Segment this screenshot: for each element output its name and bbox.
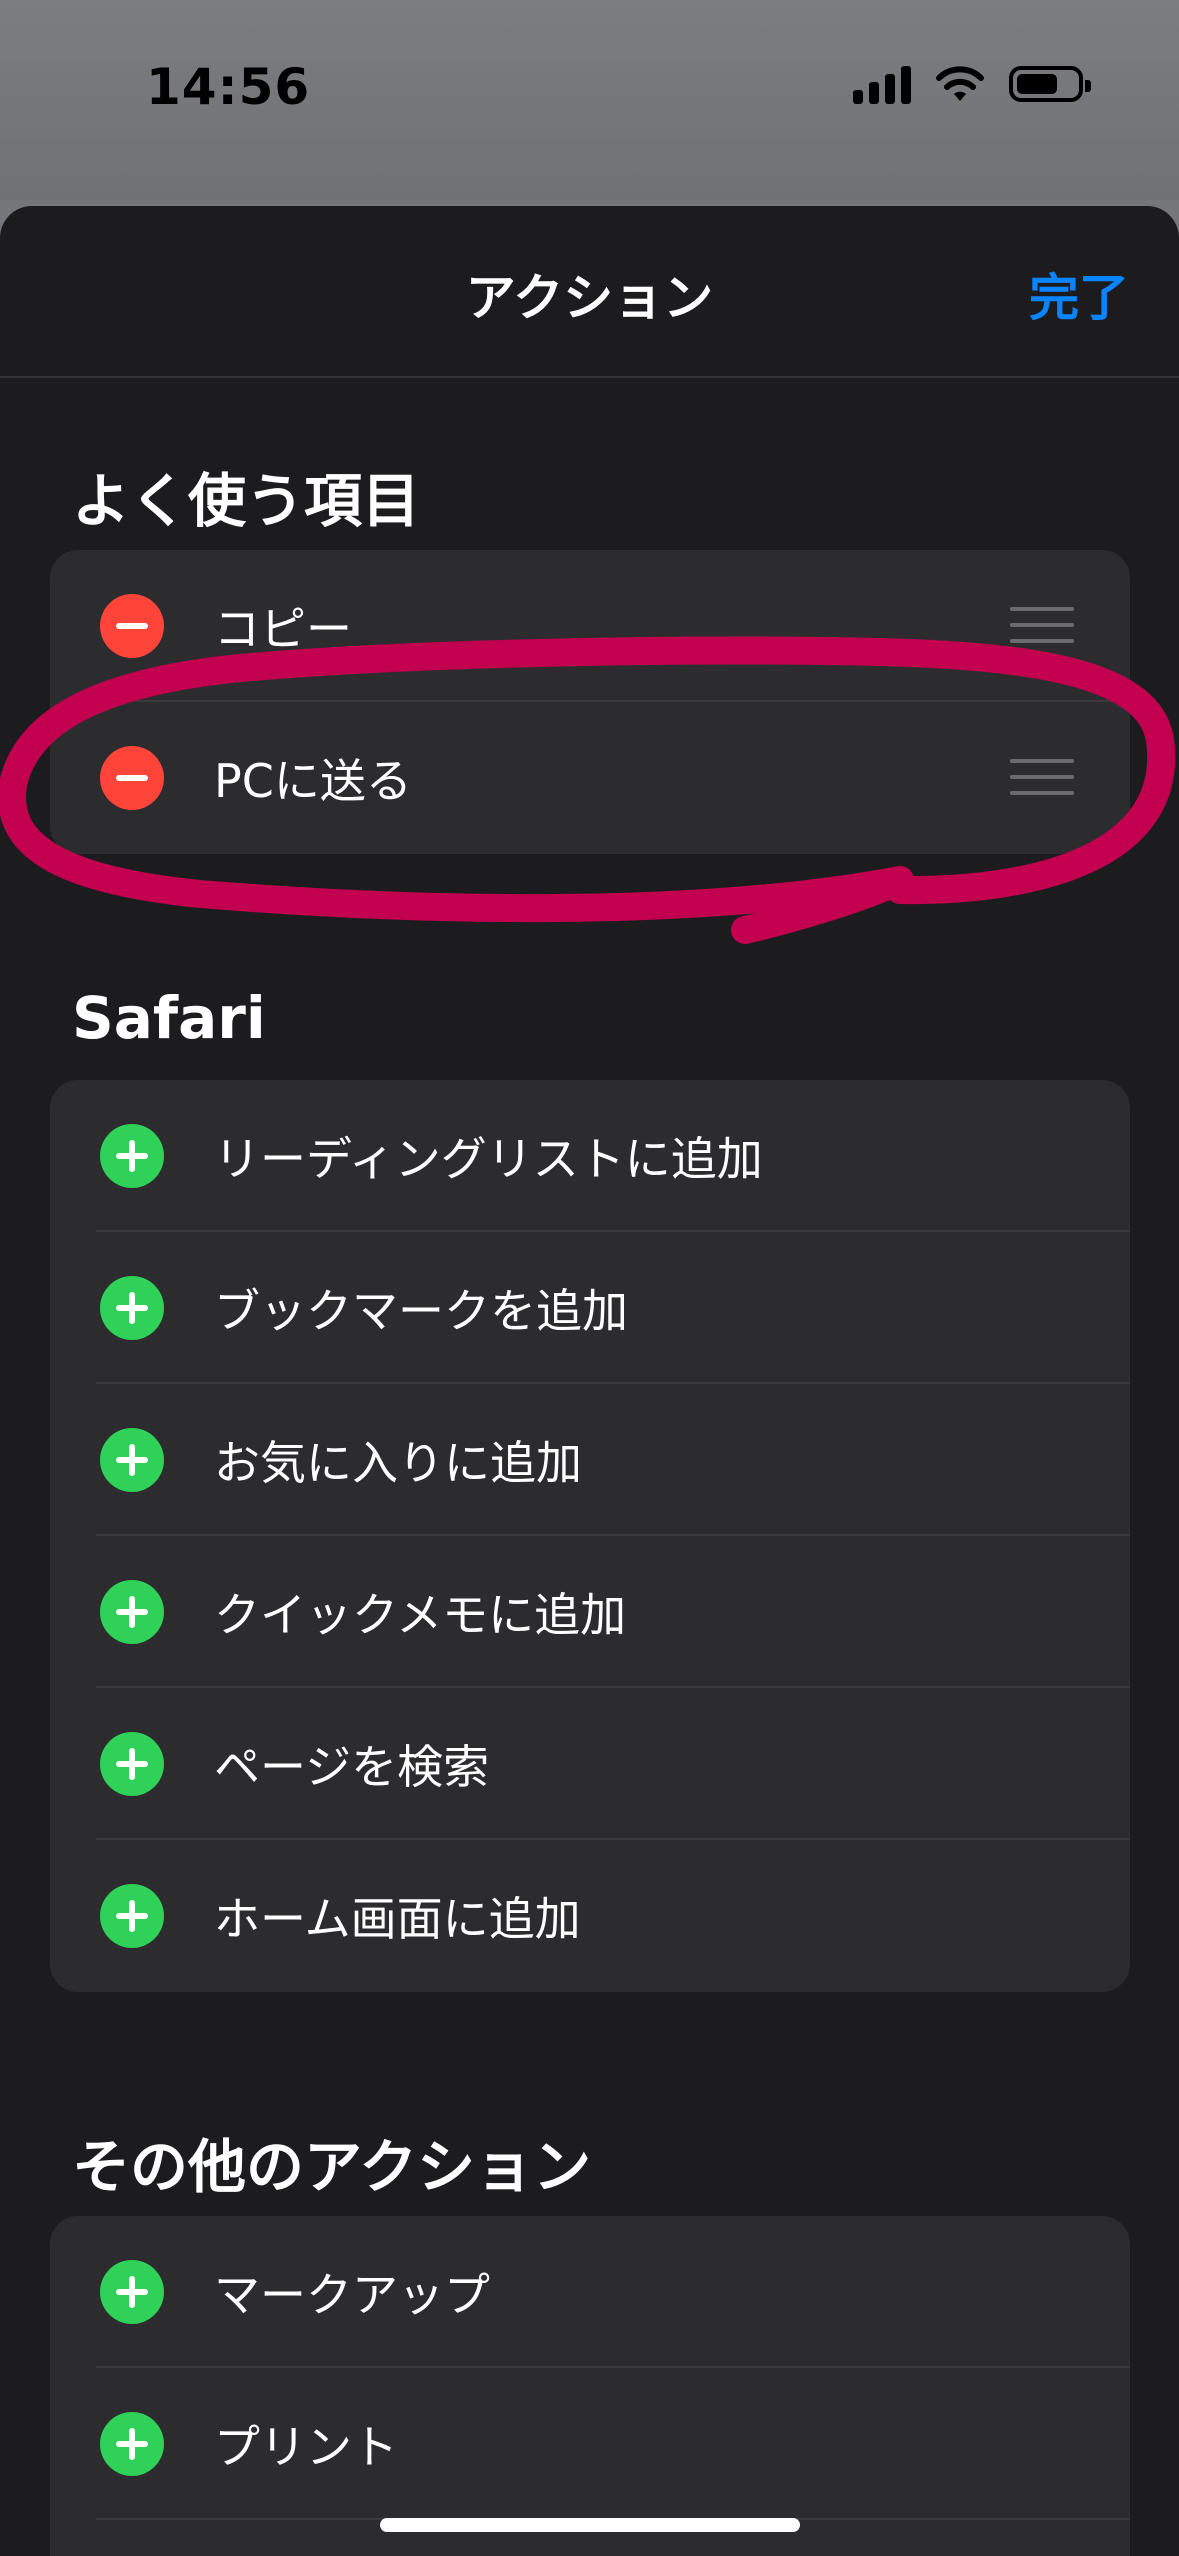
favorites-section-title: よく使う項目: [72, 467, 421, 535]
drag-handle-icon[interactable]: [1010, 607, 1074, 645]
actions-sheet: アクション 完了 よく使う項目 コピー PCに送る Safari リーディングリ…: [0, 206, 1179, 2556]
plus-circle-icon[interactable]: [100, 1580, 164, 1644]
other-section-title: その他のアクション: [72, 2133, 592, 2201]
plus-circle-icon[interactable]: [100, 2260, 164, 2324]
favorite-item-copy: コピー: [50, 550, 1130, 702]
safari-item-label: ページを検索: [214, 1740, 490, 1794]
plus-circle-icon[interactable]: [100, 1124, 164, 1188]
other-item-label: マークアップ: [214, 2268, 490, 2322]
plus-circle-icon[interactable]: [100, 2412, 164, 2476]
done-button[interactable]: 完了: [1029, 258, 1129, 330]
favorites-group: コピー PCに送る: [50, 550, 1130, 854]
status-icons: [853, 64, 1091, 104]
minus-circle-icon[interactable]: [100, 594, 164, 658]
safari-item[interactable]: リーディングリストに追加: [50, 1080, 1130, 1232]
safari-item-label: ホーム画面に追加: [214, 1892, 581, 1946]
plus-circle-icon[interactable]: [100, 1732, 164, 1796]
status-bar: 14:56: [0, 0, 1179, 200]
favorite-item-label: PCに送る: [214, 754, 412, 808]
safari-item[interactable]: ページを検索: [50, 1688, 1130, 1840]
signal-icon: [853, 64, 911, 104]
minus-circle-icon[interactable]: [100, 746, 164, 810]
safari-item-label: リーディングリストに追加: [214, 1132, 763, 1186]
safari-section-title: Safari: [72, 984, 266, 1052]
other-item[interactable]: マークアップ: [50, 2216, 1130, 2368]
safari-group: リーディングリストに追加 ブックマークを追加 お気に入りに追加 クイックメモに追…: [50, 1080, 1130, 1992]
favorite-item-label: コピー: [214, 602, 352, 656]
safari-item-label: クイックメモに追加: [214, 1588, 627, 1642]
wifi-icon: [936, 66, 984, 101]
page-title: アクション: [465, 269, 714, 327]
other-actions-group: マークアップ プリント: [50, 2216, 1130, 2556]
status-time: 14:56: [146, 58, 311, 116]
home-indicator[interactable]: [380, 2518, 800, 2532]
safari-item[interactable]: クイックメモに追加: [50, 1536, 1130, 1688]
other-item[interactable]: プリント: [50, 2368, 1130, 2520]
safari-item[interactable]: ブックマークを追加: [50, 1232, 1130, 1384]
battery-icon: [1009, 66, 1091, 102]
plus-circle-icon[interactable]: [100, 1276, 164, 1340]
safari-item[interactable]: ホーム画面に追加: [50, 1840, 1130, 1992]
safari-item[interactable]: お気に入りに追加: [50, 1384, 1130, 1536]
favorite-item-send-to-pc: PCに送る: [50, 702, 1130, 854]
other-item-label: プリント: [214, 2420, 398, 2474]
safari-item-label: お気に入りに追加: [214, 1436, 582, 1490]
plus-circle-icon[interactable]: [100, 1428, 164, 1492]
plus-circle-icon[interactable]: [100, 1884, 164, 1948]
drag-handle-icon[interactable]: [1010, 759, 1074, 797]
nav-bar: アクション 完了: [0, 206, 1179, 378]
safari-item-label: ブックマークを追加: [214, 1284, 628, 1338]
